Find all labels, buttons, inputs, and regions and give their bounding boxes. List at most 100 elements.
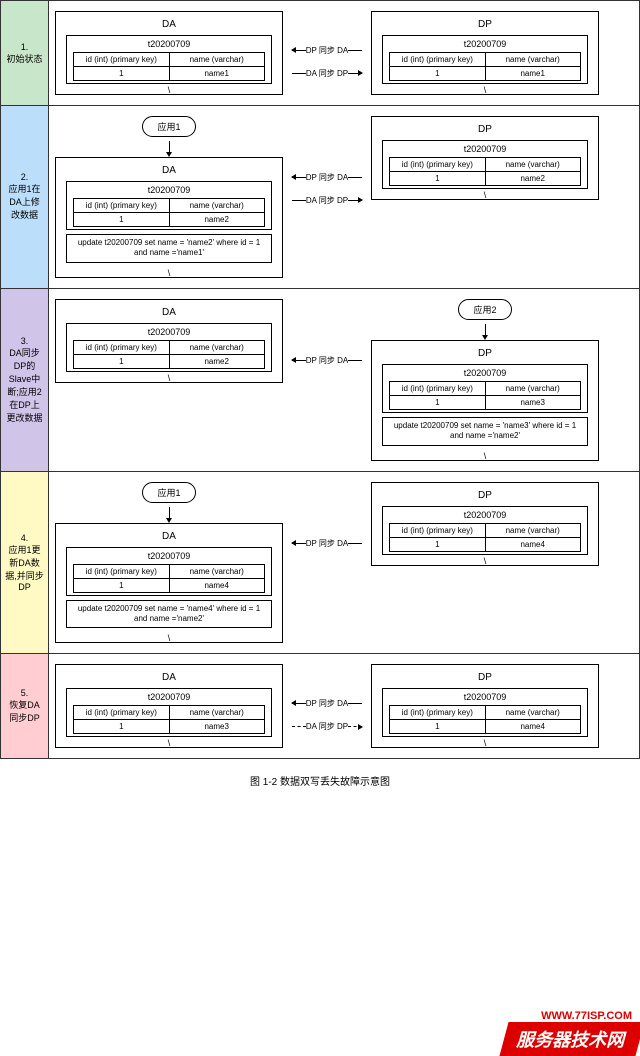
database-box: DP t20200709 id (int) (primary key)name …	[371, 11, 599, 95]
left-db-wrap: DA t20200709 id (int) (primary key)name …	[55, 11, 283, 95]
data-table: id (int) (primary key)name (varchar) 1na…	[73, 52, 265, 81]
trailing-mark: \	[56, 737, 282, 747]
arrow-line	[292, 726, 306, 727]
column-header: id (int) (primary key)	[390, 706, 485, 720]
cell-name: name4	[169, 578, 264, 592]
arrow-line	[348, 543, 362, 544]
cell-name: name4	[485, 537, 580, 551]
arrow-line	[292, 360, 306, 361]
data-table: id (int) (primary key)name (varchar) 1na…	[389, 157, 581, 186]
arrow-line	[348, 200, 362, 201]
arrow-line	[292, 200, 306, 201]
table-name: t20200709	[383, 691, 587, 705]
section-4: 4.应用1更新DA数据,并同步DP 应用1 DA t20200709 id (i…	[0, 472, 640, 655]
trailing-mark: \	[56, 372, 282, 382]
sync-arrow: DP 同步 DA	[292, 698, 363, 709]
section-3: 3.DA同步DP的Slave中断;应用2在DP上更改数据 DA t2020070…	[0, 289, 640, 472]
db-title: DA	[56, 163, 282, 181]
column-header: name (varchar)	[169, 199, 264, 213]
arrow-down-icon	[169, 507, 170, 521]
sync-label: DA 同步 DP	[306, 68, 348, 79]
database-box: DA t20200709 id (int) (primary key)name …	[55, 11, 283, 95]
database-box: DP t20200709 id (int) (primary key)name …	[371, 482, 599, 566]
cell-id: 1	[390, 720, 485, 734]
sync-arrow: DP 同步 DA	[292, 355, 363, 366]
cell-name: name2	[169, 213, 264, 227]
cell-id: 1	[390, 67, 485, 81]
cell-id: 1	[390, 172, 485, 186]
arrow-line	[292, 177, 306, 178]
column-header: id (int) (primary key)	[74, 340, 169, 354]
sync-arrow: DA 同步 DP	[292, 68, 362, 79]
db-title: DA	[56, 670, 282, 688]
app-label: 应用1	[142, 482, 195, 503]
sync-arrow: DP 同步 DA	[292, 172, 363, 183]
table-container: t20200709 id (int) (primary key)name (va…	[66, 35, 272, 84]
db-title: DP	[372, 122, 598, 140]
data-table: id (int) (primary key)name (varchar) 1na…	[389, 705, 581, 734]
sync-label: DP 同步 DA	[306, 45, 349, 56]
cell-id: 1	[390, 537, 485, 551]
db-title: DA	[56, 17, 282, 35]
cell-id: 1	[74, 354, 169, 368]
table-container: t20200709 id (int) (primary key)name (va…	[382, 140, 588, 189]
sync-label: DA 同步 DP	[306, 721, 348, 732]
cell-name: name1	[169, 67, 264, 81]
section-content: DA t20200709 id (int) (primary key)name …	[49, 1, 639, 105]
sync-column: DP 同步 DA DA 同步 DP	[285, 116, 369, 212]
table-container: t20200709 id (int) (primary key)name (va…	[66, 181, 272, 230]
column-header: name (varchar)	[485, 53, 580, 67]
column-header: name (varchar)	[485, 706, 580, 720]
left-db-wrap: 应用1 DA t20200709 id (int) (primary key)n…	[55, 116, 283, 278]
cell-id: 1	[74, 213, 169, 227]
arrow-line	[292, 73, 306, 74]
db-title: DP	[372, 346, 598, 364]
column-header: name (varchar)	[169, 53, 264, 67]
figure-caption: 图 1-2 数据双写丢失故障示意图	[0, 759, 640, 802]
table-container: t20200709 id (int) (primary key)name (va…	[66, 323, 272, 372]
db-title: DA	[56, 305, 282, 323]
data-table: id (int) (primary key)name (varchar) 1na…	[73, 198, 265, 227]
cell-name: name4	[485, 720, 580, 734]
column-header: id (int) (primary key)	[390, 53, 485, 67]
column-header: id (int) (primary key)	[390, 381, 485, 395]
db-title: DP	[372, 17, 598, 35]
left-db-wrap: DA t20200709 id (int) (primary key)name …	[55, 299, 283, 383]
cell-name: name3	[485, 395, 580, 409]
table-container: t20200709 id (int) (primary key)name (va…	[382, 364, 588, 413]
trailing-mark: \	[372, 555, 598, 565]
sync-arrow: DA 同步 DP	[292, 195, 362, 206]
table-name: t20200709	[383, 367, 587, 381]
db-title: DP	[372, 670, 598, 688]
database-box: DA t20200709 id (int) (primary key)name …	[55, 157, 283, 278]
table-name: t20200709	[383, 143, 587, 157]
arrow-line	[348, 726, 362, 727]
sync-label: DP 同步 DA	[306, 172, 349, 183]
arrow-line	[348, 703, 362, 704]
database-box: DA t20200709 id (int) (primary key)name …	[55, 299, 283, 383]
column-header: name (varchar)	[169, 706, 264, 720]
cell-id: 1	[74, 578, 169, 592]
section-5: 5.恢复DA同步DP DA t20200709 id (int) (primar…	[0, 654, 640, 759]
cell-id: 1	[74, 67, 169, 81]
database-box: DA t20200709 id (int) (primary key)name …	[55, 523, 283, 644]
table-container: t20200709 id (int) (primary key)name (va…	[382, 506, 588, 555]
cell-id: 1	[74, 720, 169, 734]
sync-column: DP 同步 DA DA 同步 DP	[285, 11, 369, 85]
arrow-line	[348, 177, 362, 178]
arrow-line	[348, 73, 362, 74]
table-name: t20200709	[67, 326, 271, 340]
trailing-mark: \	[372, 84, 598, 94]
right-db-wrap: DP t20200709 id (int) (primary key)name …	[371, 116, 599, 200]
trailing-mark: \	[372, 450, 598, 460]
arrow-line	[292, 50, 306, 51]
trailing-mark: \	[56, 632, 282, 642]
sync-arrow: DP 同步 DA	[292, 45, 363, 56]
database-box: DP t20200709 id (int) (primary key)name …	[371, 664, 599, 748]
table-container: t20200709 id (int) (primary key)name (va…	[382, 35, 588, 84]
app-label: 应用2	[458, 299, 511, 320]
cell-name: name3	[169, 720, 264, 734]
data-table: id (int) (primary key)name (varchar) 1na…	[389, 523, 581, 552]
arrow-line	[292, 703, 306, 704]
section-label: 1.初始状态	[1, 1, 49, 105]
